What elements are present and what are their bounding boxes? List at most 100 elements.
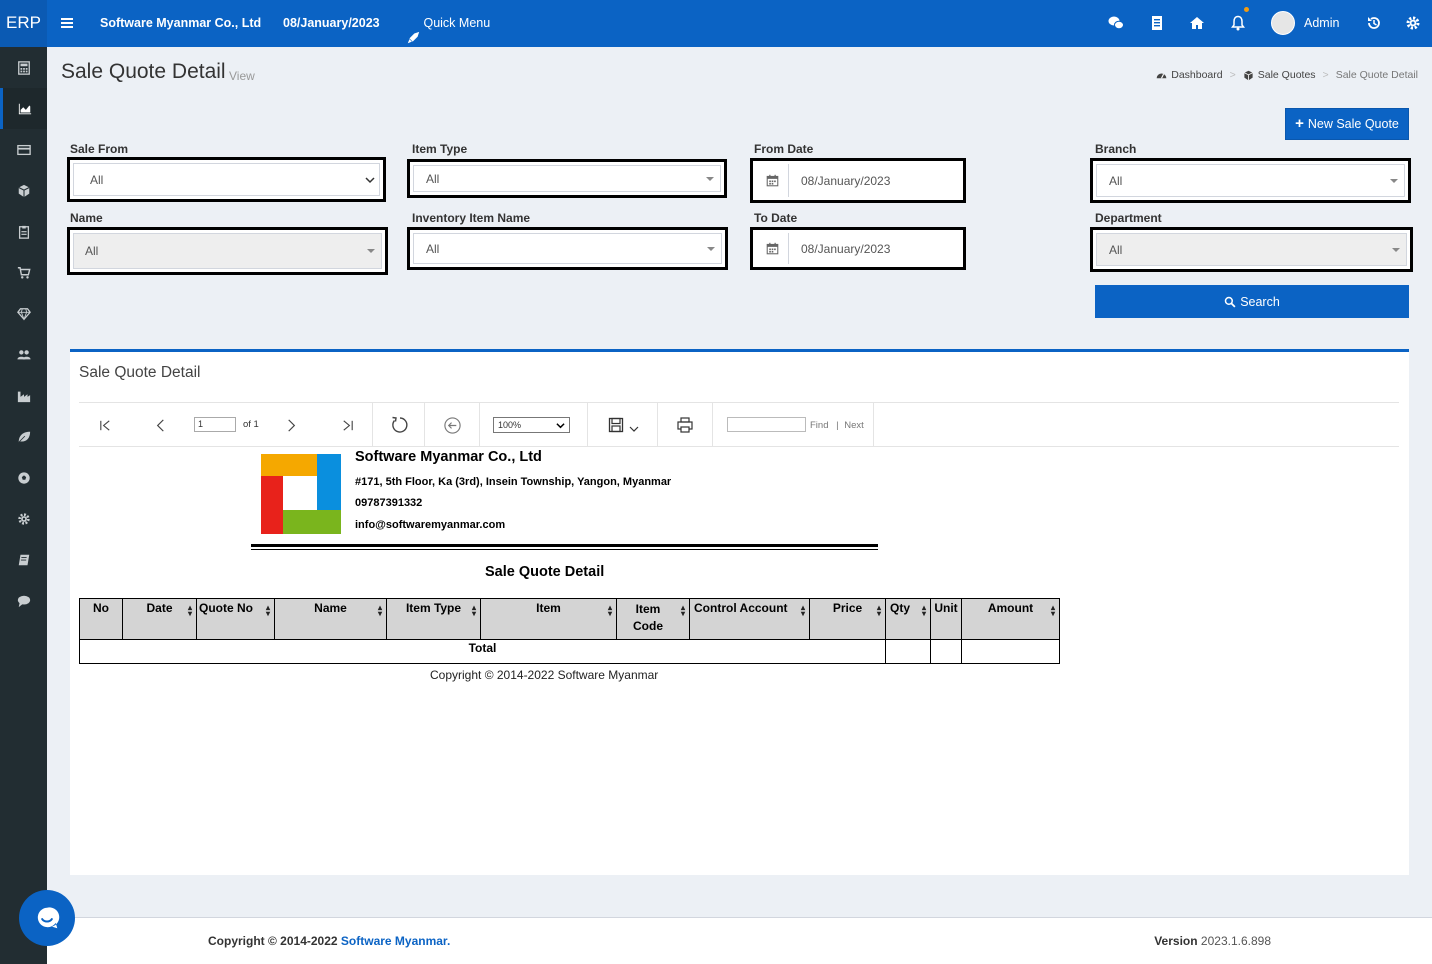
brand-logo[interactable]: ERP xyxy=(0,0,47,47)
branch-select[interactable]: All xyxy=(1090,158,1411,203)
breadcrumb-sale-quotes[interactable]: Sale Quotes xyxy=(1258,69,1316,81)
user-avatar[interactable] xyxy=(1271,11,1295,35)
page-number-input[interactable]: 1 xyxy=(194,417,236,432)
chevron-down-icon xyxy=(365,176,375,183)
calendar-icon[interactable] xyxy=(756,164,789,197)
from-date-input[interactable]: 08/January/2023 xyxy=(750,158,966,203)
find-link[interactable]: Find xyxy=(810,420,828,431)
sort-icon: ▴ ▾ xyxy=(471,603,476,618)
column-header-no[interactable]: No xyxy=(79,598,123,640)
total-qty xyxy=(885,639,931,664)
next-page-button[interactable] xyxy=(275,403,307,447)
document-icon[interactable] xyxy=(1149,15,1165,31)
top-navbar: ERP Software Myanmar Co., Ltd 08/January… xyxy=(0,0,1432,47)
sale-from-select[interactable]: All xyxy=(67,157,386,202)
sidebar-item-leaf[interactable] xyxy=(0,416,47,457)
sidebar-item-card[interactable] xyxy=(0,129,47,170)
inventory-item-name-select[interactable]: All xyxy=(407,227,728,270)
search-label: Search xyxy=(1240,294,1280,309)
caret-down-icon xyxy=(707,246,715,251)
column-header-item[interactable]: Item ▴ ▾ xyxy=(480,598,617,640)
report-panel: Sale Quote Detail 1 of 1 100% Find | Nex… xyxy=(70,349,1409,875)
sort-icon: ▴ ▾ xyxy=(876,603,881,618)
caret-down-icon xyxy=(706,176,714,181)
gear-icon[interactable] xyxy=(1405,15,1421,31)
from-date-value: 08/January/2023 xyxy=(801,173,891,188)
report-email: info@softwaremyanmar.com xyxy=(355,519,506,531)
save-icon xyxy=(608,417,623,433)
sidebar-item-comment[interactable] xyxy=(0,580,47,621)
column-header-quote-no[interactable]: Quote No ▴ ▾ xyxy=(196,598,275,640)
last-page-button[interactable] xyxy=(331,403,363,447)
first-page-button[interactable] xyxy=(89,403,121,447)
item-type-label: Item Type xyxy=(412,142,468,156)
live-chat-button[interactable] xyxy=(19,890,75,946)
calendar-icon[interactable] xyxy=(756,233,789,264)
column-header-item-type[interactable]: Item Type ▴ ▾ xyxy=(386,598,481,640)
football-icon xyxy=(17,471,30,484)
sidebar-item-industry[interactable] xyxy=(0,375,47,416)
column-header-name[interactable]: Name ▴ ▾ xyxy=(274,598,387,640)
column-header-unit[interactable]: Unit xyxy=(930,598,962,640)
sidebar-item-cart[interactable] xyxy=(0,252,47,293)
history-icon[interactable] xyxy=(1366,15,1382,31)
users-icon xyxy=(16,349,31,359)
user-name[interactable]: Admin xyxy=(1304,0,1339,47)
from-date-label: From Date xyxy=(754,142,814,156)
hamburger-menu-icon[interactable] xyxy=(59,15,75,31)
item-type-select[interactable]: All xyxy=(407,159,727,198)
column-header-control-account[interactable]: Control Account ▴ ▾ xyxy=(689,598,810,640)
sidebar-item-users[interactable] xyxy=(0,334,47,375)
zoom-select[interactable]: 100% xyxy=(493,417,570,433)
column-header-qty[interactable]: Qty ▴ ▾ xyxy=(885,598,931,640)
to-date-input[interactable]: 08/January/2023 xyxy=(750,227,966,270)
company-name: Software Myanmar Co., Ltd xyxy=(100,16,262,30)
sidebar-item-settings[interactable] xyxy=(0,498,47,539)
sale-from-value: All xyxy=(73,163,380,196)
sidebar-item-calculator[interactable] xyxy=(0,47,47,88)
export-button[interactable] xyxy=(599,403,647,447)
quick-menu-label: Quick Menu xyxy=(423,16,491,30)
back-button[interactable] xyxy=(434,403,470,447)
sort-icon: ▴ ▾ xyxy=(377,603,382,618)
sidebar-item-ball[interactable] xyxy=(0,457,47,498)
name-value: All xyxy=(73,233,382,269)
wechat-icon[interactable] xyxy=(1108,15,1124,31)
sidebar-item-sales-chart[interactable] xyxy=(0,88,47,129)
branch-label: Branch xyxy=(1095,142,1137,156)
new-sale-quote-button[interactable]: + New Sale Quote xyxy=(1285,108,1409,140)
caret-down-icon xyxy=(367,249,375,253)
sidebar-item-cube[interactable] xyxy=(0,170,47,211)
sidebar xyxy=(0,47,47,964)
leaf-icon xyxy=(17,431,30,443)
chevron-down-icon xyxy=(556,423,565,429)
comment-icon xyxy=(17,595,30,607)
home-icon[interactable] xyxy=(1189,15,1205,31)
bell-icon[interactable] xyxy=(1230,15,1246,31)
print-button[interactable] xyxy=(669,403,701,447)
breadcrumb-dashboard[interactable]: Dashboard xyxy=(1171,69,1222,81)
department-select[interactable]: All xyxy=(1090,227,1413,272)
quick-menu-link[interactable]: Quick Menu xyxy=(407,0,490,47)
branch-value: All xyxy=(1096,164,1405,197)
sort-icon: ▴ ▾ xyxy=(607,603,612,618)
clipboard-icon xyxy=(18,225,29,239)
sort-icon: ▴ ▾ xyxy=(265,603,270,618)
next-link[interactable]: Next xyxy=(844,420,864,431)
name-select[interactable]: All xyxy=(67,227,388,275)
inventory-item-name-value: All xyxy=(413,233,722,264)
sidebar-item-clipboard[interactable] xyxy=(0,211,47,252)
find-input[interactable] xyxy=(727,417,806,432)
column-header-date[interactable]: Date ▴ ▾ xyxy=(122,598,197,640)
report-table: No Date ▴ ▾ Quote No ▴ ▾ Name ▴ ▾ Item Type ▴ ▾ … xyxy=(79,598,1060,664)
sidebar-item-diamond[interactable] xyxy=(0,293,47,334)
refresh-button[interactable] xyxy=(382,403,418,447)
column-header-item-code[interactable]: Item Code ▴ ▾ xyxy=(616,598,690,640)
column-header-amount[interactable]: Amount ▴ ▾ xyxy=(961,598,1060,640)
search-button[interactable]: Search xyxy=(1095,285,1409,318)
sidebar-item-book[interactable] xyxy=(0,539,47,580)
column-header-price[interactable]: Price ▴ ▾ xyxy=(809,598,886,640)
footer-company-link[interactable]: Software Myanmar. xyxy=(341,934,450,948)
previous-page-button[interactable] xyxy=(144,403,176,447)
sort-icon: ▴ ▾ xyxy=(800,603,805,618)
